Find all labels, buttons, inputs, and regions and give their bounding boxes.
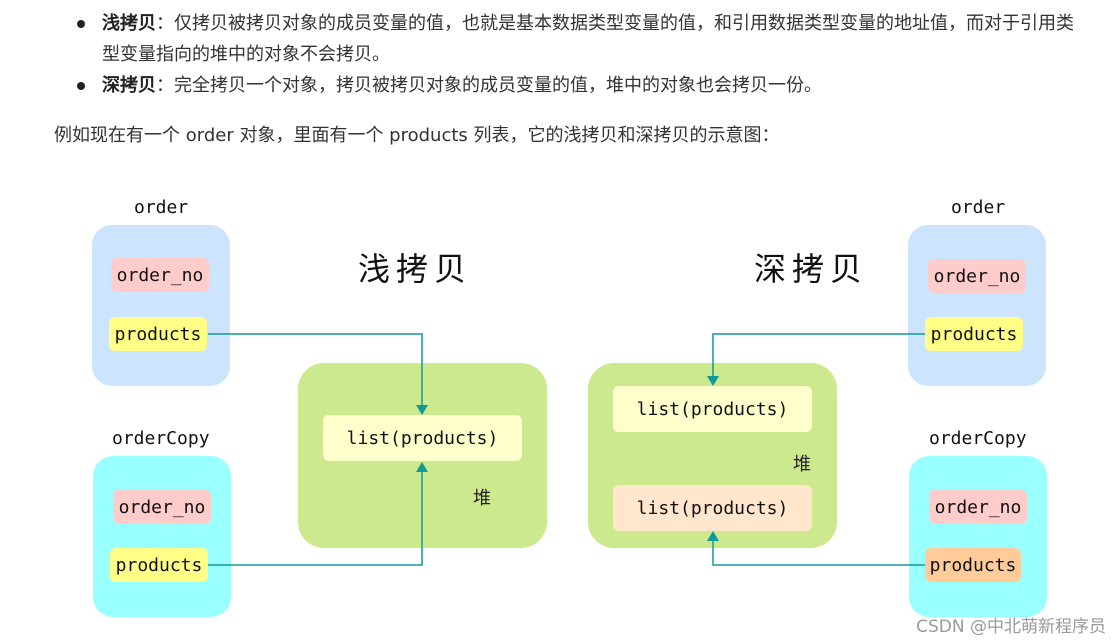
arrow-shallow-order-to-list [208,333,423,405]
arrow-deep-order-to-list [712,333,925,376]
arrow-deep-ordercopy-to-listcopy [712,541,925,566]
arrowhead-down [707,376,719,386]
arrows-layer [208,333,925,566]
arrowhead-up [707,531,719,541]
arrowhead-up [416,462,428,472]
arrowhead-down [416,405,428,415]
arrow-shallow-ordercopy-to-list [208,472,423,566]
watermark: CSDN @中北萌新程序员 [916,617,1106,637]
copy-diagram: order order_no products orderCopy order_… [0,0,1120,643]
